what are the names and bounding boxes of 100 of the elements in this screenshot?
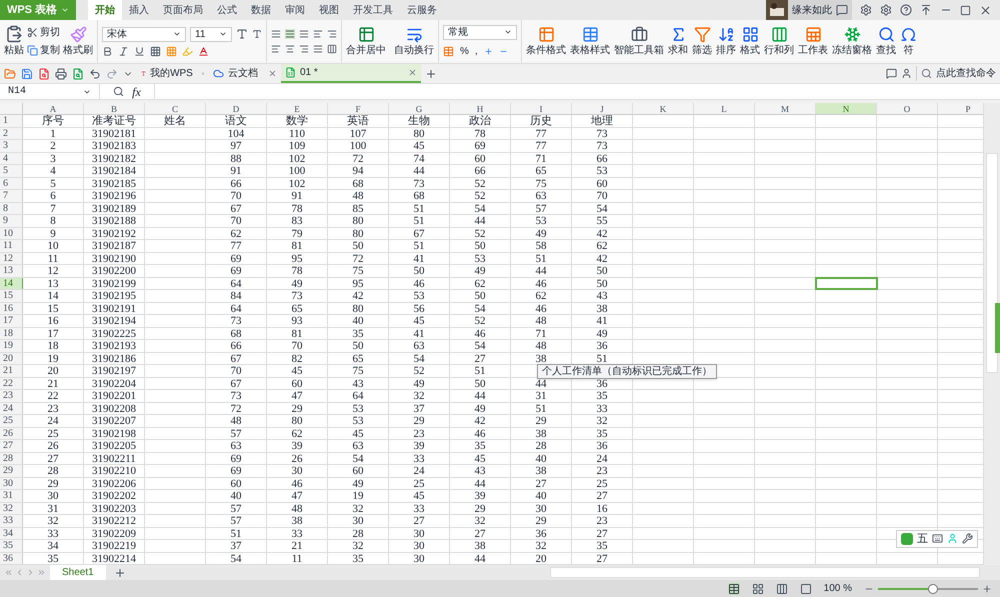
table-cell: 31902185 <box>84 178 145 189</box>
row-header[interactable]: 24 <box>0 402 23 414</box>
row-header[interactable]: 8 <box>0 202 23 214</box>
tool-button[interactable]: 筛选 <box>692 26 712 58</box>
table-cell: 31902184 <box>84 165 145 176</box>
row-header[interactable]: 23 <box>0 390 23 402</box>
column-header[interactable]: E <box>267 103 328 114</box>
table-cell: 23 <box>23 402 84 414</box>
table-cell: 29 <box>389 415 450 426</box>
row-header[interactable]: 5 <box>0 165 23 176</box>
tool-button[interactable]: 格式 <box>740 26 760 58</box>
document-tab[interactable]: 01 * <box>281 64 421 83</box>
percent-button[interactable]: % <box>460 44 469 58</box>
row-header[interactable]: 30 <box>0 478 23 489</box>
tool-button[interactable]: 查找 <box>876 26 896 58</box>
column-header[interactable]: L <box>694 103 755 114</box>
row-header[interactable]: 10 <box>0 228 23 239</box>
row-header[interactable]: 32 <box>0 502 23 514</box>
tool-button[interactable]: 符 <box>900 26 917 58</box>
column-header[interactable]: J <box>572 103 633 114</box>
row-header[interactable]: 29 <box>0 465 23 476</box>
table-cell: 18 <box>23 340 84 352</box>
tool-button[interactable]: 智能工具箱 <box>614 26 664 58</box>
row-header[interactable]: 15 <box>0 290 23 302</box>
row-header[interactable]: 22 <box>0 378 23 389</box>
ribbon-tab[interactable]: 公式 <box>210 0 244 20</box>
row-header[interactable]: 19 <box>0 340 23 352</box>
command-search-field[interactable]: 点此查找命令 <box>916 66 996 81</box>
row-header[interactable]: 6 <box>0 178 23 189</box>
cut-button[interactable]: 剪切 <box>27 25 60 40</box>
row-header[interactable]: 17 <box>0 315 23 326</box>
wrap-text-button[interactable]: 自动换行 <box>394 26 434 58</box>
function-button[interactable]: fx <box>132 82 141 100</box>
tool-button[interactable]: 求和 <box>668 26 688 58</box>
row-header[interactable]: 35 <box>0 540 23 552</box>
ribbon-tab[interactable]: 审阅 <box>278 0 312 20</box>
column-header[interactable]: I <box>511 103 572 114</box>
comma-button[interactable]: , <box>474 44 478 58</box>
tool-button[interactable]: 排序 <box>716 26 736 58</box>
row-header[interactable]: 21 <box>0 365 23 376</box>
row-header[interactable]: 12 <box>0 252 23 264</box>
row-header[interactable]: 16 <box>0 302 23 314</box>
row-header[interactable]: 20 <box>0 352 23 364</box>
row-header[interactable]: 31 <box>0 490 23 502</box>
ribbon-tab[interactable]: 数据 <box>244 0 278 20</box>
row-header[interactable]: 13 <box>0 265 23 276</box>
row-header[interactable]: 9 <box>0 215 23 226</box>
tool-button[interactable]: 工作表 <box>798 26 828 58</box>
row-header[interactable]: 18 <box>0 328 23 339</box>
ribbon-tab[interactable]: 开发工具 <box>346 0 400 20</box>
ime-mode[interactable]: 五 <box>917 530 928 547</box>
ribbon-tab[interactable]: 云服务 <box>400 0 444 20</box>
column-header[interactable]: H <box>450 103 511 114</box>
row-header[interactable]: 3 <box>0 140 23 152</box>
table-cell: 64 <box>328 390 389 402</box>
row-header[interactable]: 4 <box>0 152 23 164</box>
paste-button[interactable]: 粘贴 <box>4 25 24 58</box>
font-name-field[interactable]: 宋体 <box>102 26 186 42</box>
column-header[interactable]: O <box>877 103 938 114</box>
column-header[interactable]: C <box>145 103 206 114</box>
tool-button[interactable]: 条件格式 <box>526 26 566 58</box>
row-header[interactable]: 36 <box>0 552 23 564</box>
name-box[interactable]: N14 <box>0 84 100 99</box>
ribbon-tab[interactable]: 插入 <box>122 0 156 20</box>
tool-button[interactable]: 表格样式 <box>570 26 610 58</box>
row-header[interactable]: 2 <box>0 128 23 139</box>
document-tab[interactable]: 我的WPS <box>137 64 209 83</box>
copy-button[interactable]: 复制 <box>27 43 60 58</box>
row-header[interactable]: 26 <box>0 428 23 439</box>
sheet-tab[interactable]: Sheet1 <box>50 565 106 580</box>
row-header[interactable]: 7 <box>0 190 23 202</box>
row-header[interactable]: 1 <box>0 115 23 126</box>
tool-button[interactable]: 行和列 <box>764 26 794 58</box>
table-cell: 38 <box>511 465 572 476</box>
table-cell: 5 <box>23 178 84 189</box>
ribbon-tab[interactable]: 开始 <box>88 0 122 20</box>
table-cell: 地理 <box>572 115 633 126</box>
column-header[interactable]: F <box>328 103 389 114</box>
font-size-field[interactable]: 11 <box>190 26 232 42</box>
row-header[interactable]: 33 <box>0 515 23 526</box>
number-format-field[interactable]: 常规 <box>443 24 517 40</box>
column-header[interactable]: N <box>816 103 877 114</box>
column-header[interactable]: A <box>23 103 84 114</box>
document-tab[interactable]: 云文档 <box>209 64 281 83</box>
ribbon-tab[interactable]: 视图 <box>312 0 346 20</box>
row-header[interactable]: 14 <box>0 278 23 289</box>
row-header[interactable]: 11 <box>0 240 23 252</box>
row-header[interactable]: 34 <box>0 528 23 539</box>
column-header[interactable]: K <box>633 103 694 114</box>
row-header[interactable]: 28 <box>0 452 23 464</box>
row-header[interactable]: 27 <box>0 440 23 452</box>
column-header[interactable]: D <box>206 103 267 114</box>
format-painter-button[interactable]: 格式刷 <box>63 26 93 58</box>
ribbon-tab[interactable]: 页面布局 <box>156 0 210 20</box>
column-header[interactable]: B <box>84 103 145 114</box>
row-header[interactable]: 25 <box>0 415 23 426</box>
merge-center-button[interactable]: 合并居中 <box>346 26 386 58</box>
table-cell: 30 <box>511 502 572 514</box>
tool-button[interactable]: 冻结窗格 <box>832 26 872 58</box>
column-header[interactable]: G <box>389 103 450 114</box>
